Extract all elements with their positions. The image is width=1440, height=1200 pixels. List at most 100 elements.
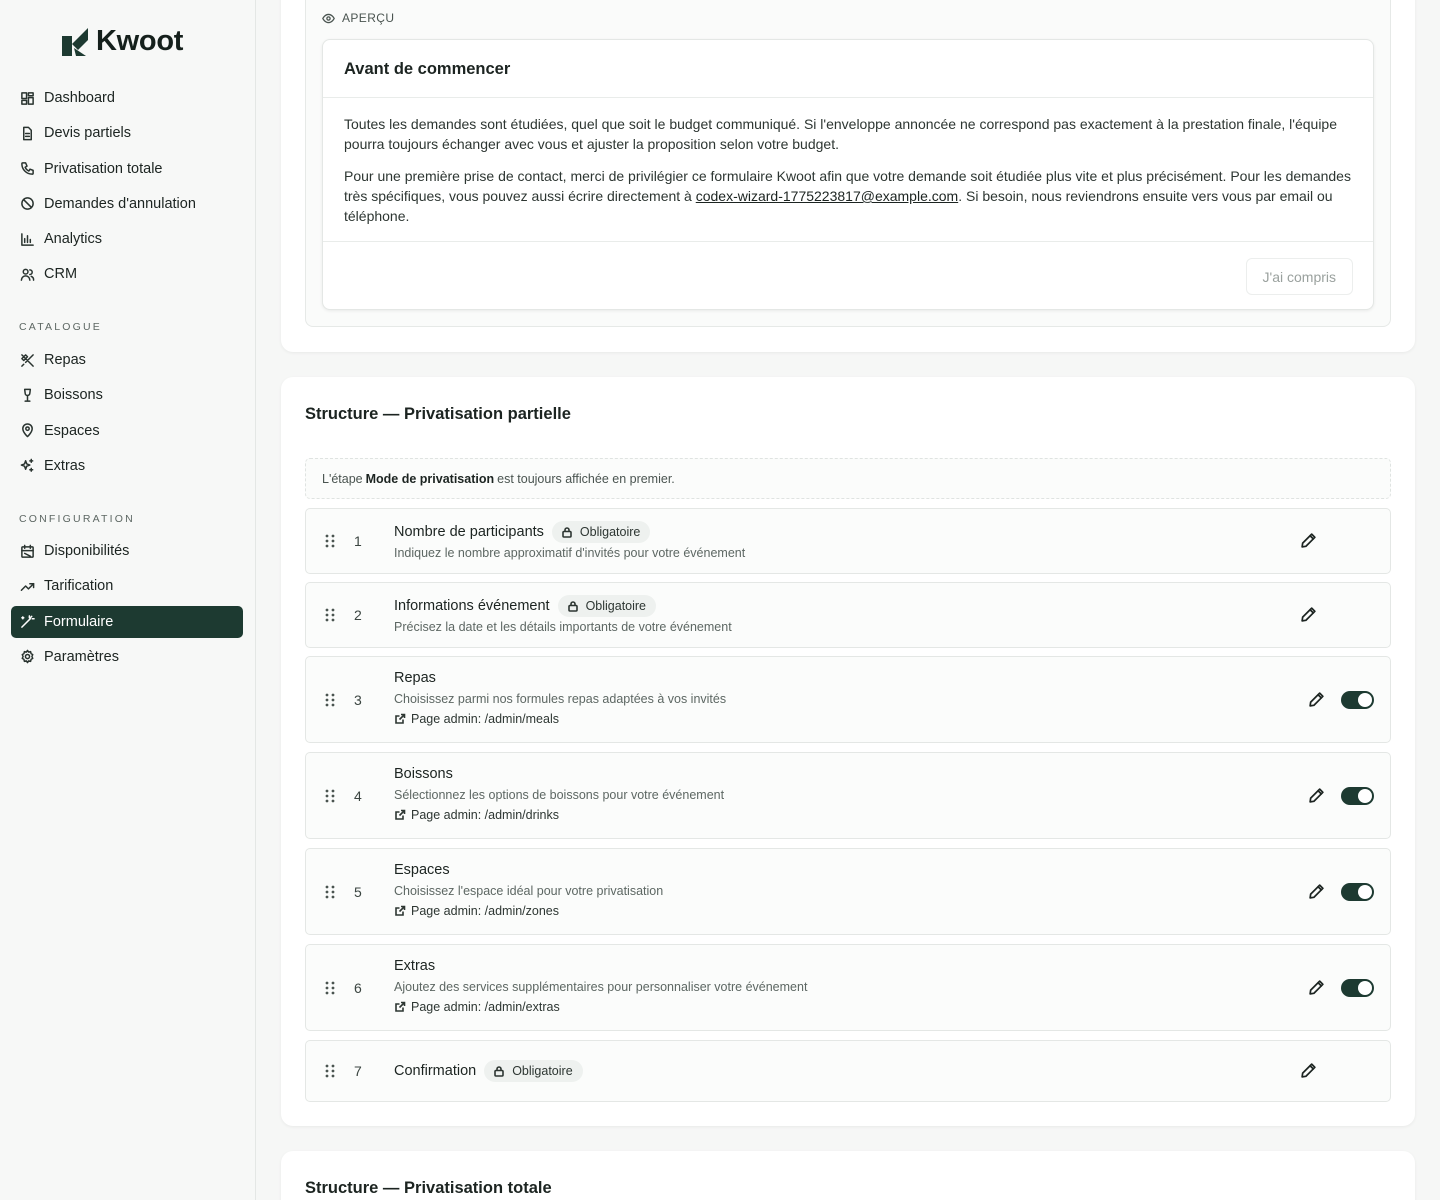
toggle-knob: [1358, 789, 1372, 803]
required-badge: Obligatoire: [484, 1060, 583, 1082]
drag-handle-icon[interactable]: [324, 981, 336, 995]
step-title-text: Espaces: [394, 862, 450, 878]
section-label-configuration: CONFIGURATION: [19, 513, 135, 525]
nav-item-repas[interactable]: Repas: [11, 344, 243, 376]
admin-page-link[interactable]: Page admin: /admin/extras: [394, 1000, 560, 1014]
kwoot-logo-icon: [62, 28, 88, 56]
edit-pencil-icon[interactable]: [1308, 787, 1326, 805]
utensils-icon: [19, 352, 35, 368]
nav-item-tarification[interactable]: Tarification: [11, 570, 243, 602]
nav-item-formulaire[interactable]: Formulaire: [11, 605, 243, 638]
nav-item-analytics[interactable]: Analytics: [11, 223, 243, 255]
nav-item-label: Privatisation totale: [44, 160, 163, 177]
map-pin-icon: [19, 423, 35, 439]
drag-handle-icon[interactable]: [324, 789, 336, 803]
sidebar: Kwoot Dashboard Devis partiels Privatisa…: [0, 0, 256, 1200]
info-note: L'étape Mode de privatisation est toujours…: [305, 458, 1391, 499]
structure-partial-title: Structure — Privatisation partielle: [305, 405, 571, 423]
admin-page-link[interactable]: Page admin: /admin/zones: [394, 904, 559, 918]
drag-handle-icon[interactable]: [324, 885, 336, 899]
drag-handle-icon[interactable]: [324, 693, 336, 707]
step-description: Sélectionnez les options de boissons pou…: [394, 788, 725, 802]
link-text: Page admin: /admin/zones: [411, 904, 560, 918]
modal-title: Avant de commencer: [344, 60, 511, 78]
understood-button[interactable]: J'ai compris: [1245, 258, 1353, 295]
nav-item-espaces[interactable]: Espaces: [11, 415, 243, 447]
external-link-icon: [395, 905, 406, 916]
catalogue-nav: Repas Boissons Espaces Extras: [11, 344, 243, 485]
step-title: Extras: [394, 958, 435, 974]
note-text: est toujours affichée en premier.: [497, 471, 675, 486]
required-badge: Obligatoire: [557, 595, 657, 617]
step-number: 3: [354, 692, 362, 708]
edit-pencil-icon[interactable]: [1308, 979, 1326, 997]
section-label-catalogue: CATALOGUE: [19, 321, 103, 333]
toggle-knob: [1358, 693, 1372, 707]
external-link-icon: [395, 809, 406, 820]
step-number: 4: [354, 788, 362, 804]
step-title: Nombre de participants Obligatoire: [394, 521, 651, 543]
phone-icon: [19, 161, 35, 177]
admin-page-link[interactable]: Page admin: /admin/meals: [394, 712, 559, 726]
edit-pencil-icon[interactable]: [1308, 883, 1326, 901]
note-bold: Mode de privatisation: [365, 471, 495, 486]
badge-text: Obligatoire: [585, 599, 647, 613]
step-row: 7 Confirmation Obligatoire: [305, 1040, 1391, 1102]
step-title-text: Informations événement: [394, 598, 550, 614]
step-title: Confirmation Obligatoire: [394, 1060, 583, 1082]
lock-icon: [562, 527, 572, 538]
required-badge: Obligatoire: [551, 521, 651, 543]
drag-handle-icon[interactable]: [324, 1064, 336, 1078]
brand-logo[interactable]: Kwoot: [60, 24, 183, 58]
lock-icon: [494, 1066, 505, 1077]
edit-pencil-icon[interactable]: [1308, 691, 1326, 709]
admin-page-link[interactable]: Page admin: /admin/drinks: [394, 808, 559, 822]
calendar-icon: [19, 543, 35, 559]
step-number: 5: [354, 884, 362, 900]
nav-item-label: Repas: [44, 352, 86, 368]
nav-item-devis-partiels[interactable]: Devis partiels: [11, 117, 243, 149]
lock-icon: [567, 601, 578, 612]
step-row: 3 Repas Choisissez parmi nos formules re…: [305, 656, 1391, 743]
step-title-text: Nombre de participants: [394, 524, 544, 540]
link-text: Page admin: /admin/drinks: [411, 808, 559, 822]
step-toggle[interactable]: [1341, 883, 1374, 901]
edit-pencil-icon[interactable]: [1300, 606, 1318, 624]
nav-item-demandes-annulation[interactable]: Demandes d'annulation: [11, 188, 243, 220]
step-toggle[interactable]: [1341, 979, 1374, 997]
modal-body: Toutes les demandes sont étudiées, quel …: [344, 114, 1354, 238]
step-toggle[interactable]: [1341, 691, 1374, 709]
sparkles-icon: [19, 458, 35, 474]
step-row: 1 Nombre de participants Obligatoire Ind…: [305, 508, 1391, 574]
drag-handle-icon[interactable]: [324, 534, 336, 548]
edit-pencil-icon[interactable]: [1300, 1062, 1318, 1080]
nav-item-privatisation-totale[interactable]: Privatisation totale: [11, 153, 243, 185]
toggle-knob: [1358, 885, 1372, 899]
divider: [323, 241, 1373, 242]
brand-name: Kwoot: [96, 24, 184, 57]
note-text: L'étape: [322, 471, 363, 486]
wand-icon: [19, 614, 35, 630]
step-description: Choisissez parmi nos formules repas adap…: [394, 692, 727, 706]
preview-label-text: APERÇU: [342, 11, 395, 25]
nav-item-extras[interactable]: Extras: [11, 450, 243, 482]
drag-handle-icon[interactable]: [324, 608, 336, 622]
nav-item-disponibilites[interactable]: Disponibilités: [11, 535, 243, 567]
step-title-text: Repas: [394, 670, 436, 686]
external-link-icon: [395, 1001, 406, 1012]
configuration-nav: Disponibilités Tarification Formulaire P…: [11, 535, 243, 676]
step-number: 7: [354, 1063, 362, 1079]
step-toggle[interactable]: [1341, 787, 1374, 805]
nav-item-label: Formulaire: [44, 613, 114, 630]
contact-email-link[interactable]: codex-wizard-1775223817@example.com: [696, 188, 958, 204]
step-title-text: Boissons: [394, 766, 453, 782]
nav-item-boissons[interactable]: Boissons: [11, 379, 243, 411]
step-title-text: Confirmation: [394, 1063, 477, 1079]
trending-up-icon: [19, 578, 35, 594]
edit-pencil-icon[interactable]: [1300, 532, 1318, 550]
nav-item-crm[interactable]: CRM: [11, 258, 243, 290]
nav-item-dashboard[interactable]: Dashboard: [11, 82, 243, 114]
nav-item-parametres[interactable]: Paramètres: [11, 641, 243, 673]
badge-text: Obligatoire: [512, 1064, 573, 1078]
nav-item-label: Boissons: [44, 387, 103, 404]
